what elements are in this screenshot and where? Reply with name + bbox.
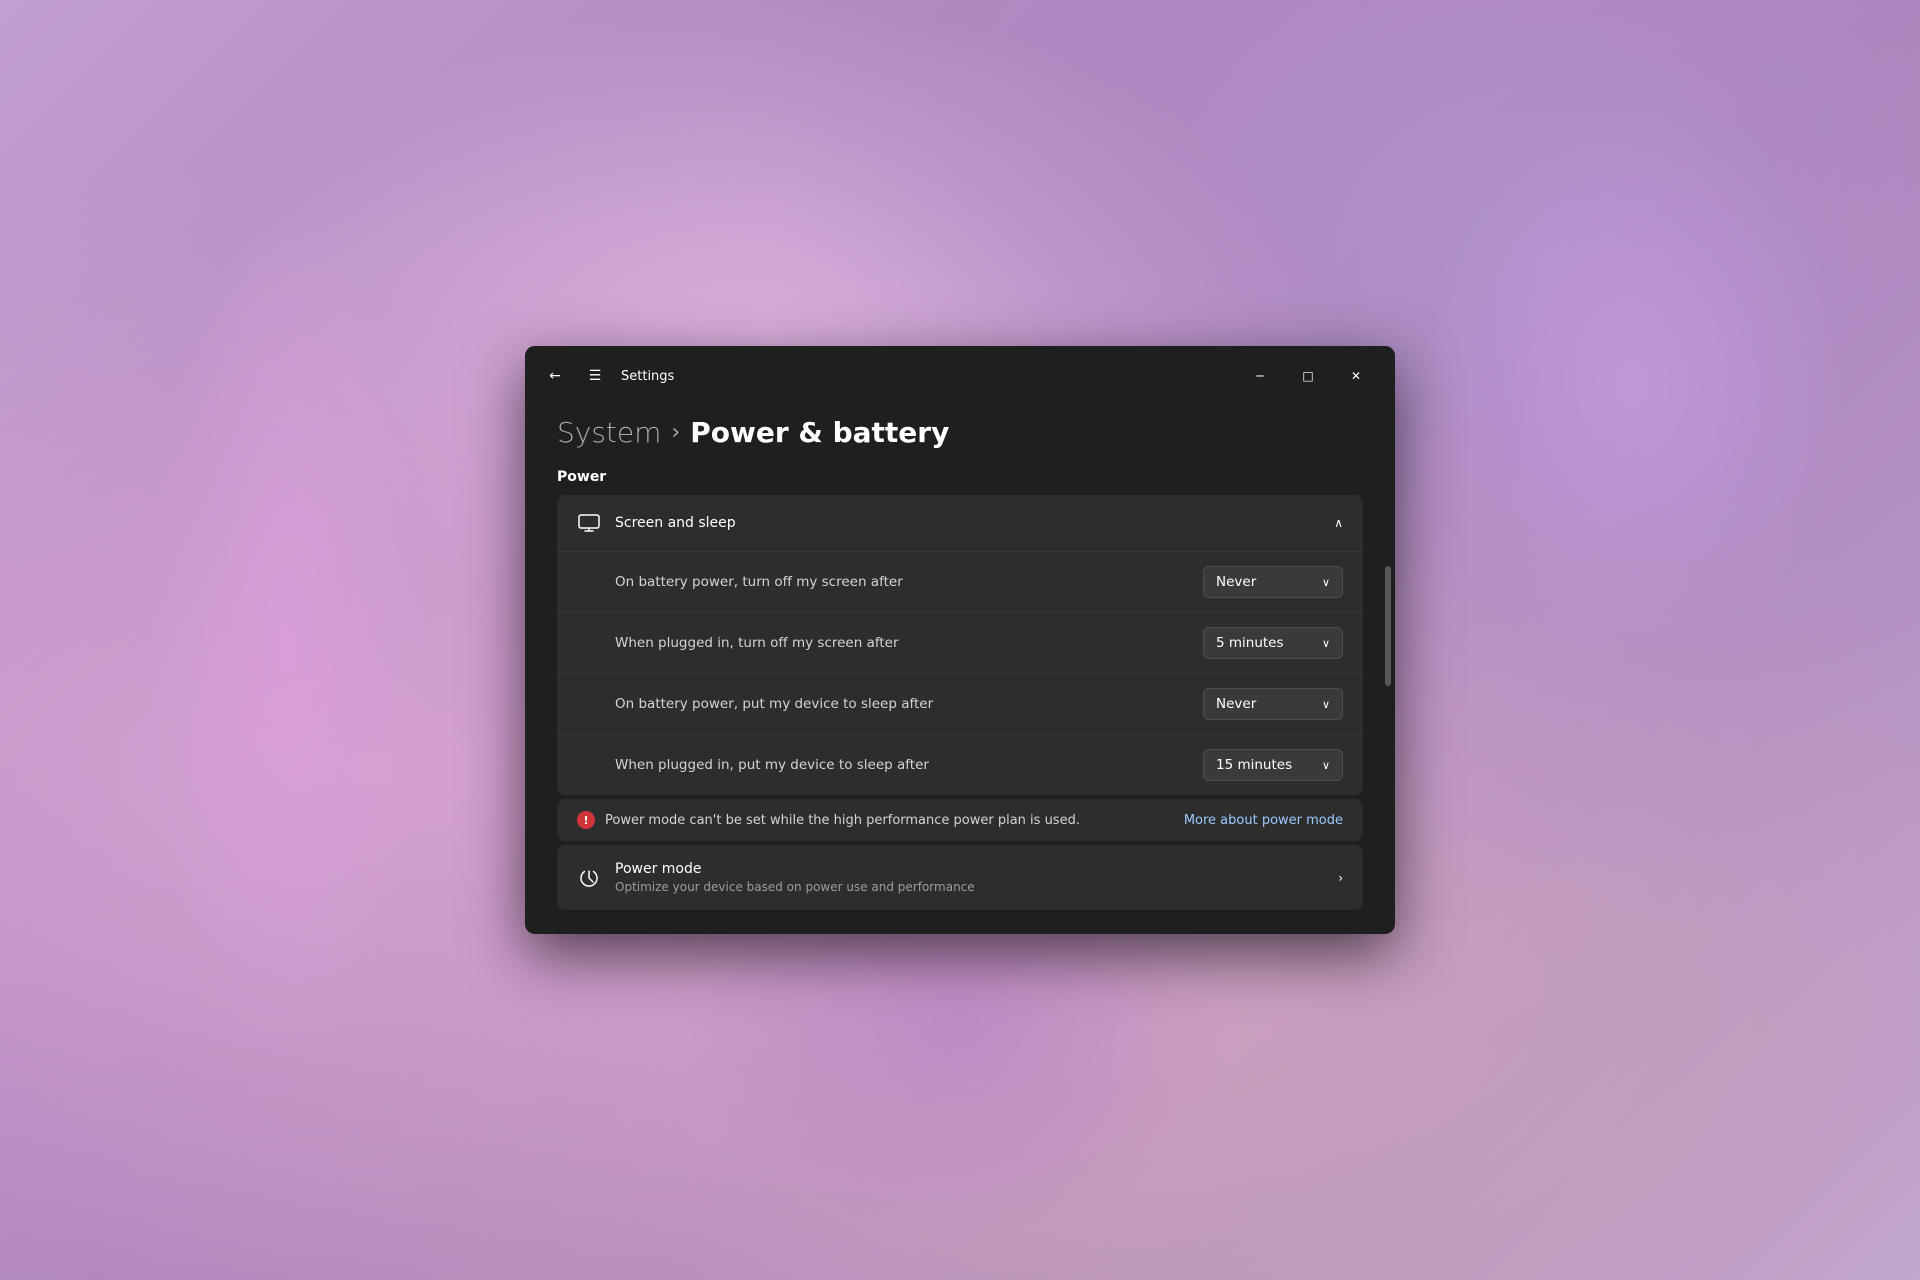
title-bar-left: ← ☰ Settings — [541, 362, 674, 390]
plugged-screen-dropdown-arrow: ∨ — [1322, 637, 1330, 650]
warning-text: Power mode can't be set while the high p… — [605, 813, 1080, 828]
battery-sleep-dropdown-arrow: ∨ — [1322, 698, 1330, 711]
power-mode-text: Power mode Optimize your device based on… — [615, 861, 975, 894]
breadcrumb-chevron: › — [671, 420, 680, 445]
menu-icon: ☰ — [589, 368, 602, 384]
window-title: Settings — [621, 369, 674, 384]
plugged-screen-dropdown[interactable]: 5 minutes ∨ — [1203, 627, 1343, 659]
window-controls: ─ □ ✕ — [1237, 360, 1379, 392]
card-header-left: Screen and sleep — [577, 511, 736, 535]
power-mode-icon — [577, 866, 601, 890]
power-mode-subtitle: Optimize your device based on power use … — [615, 880, 975, 894]
screen-sleep-title: Screen and sleep — [615, 515, 736, 531]
battery-sleep-dropdown[interactable]: Never ∨ — [1203, 688, 1343, 720]
minimize-button[interactable]: ─ — [1237, 360, 1283, 392]
breadcrumb-system[interactable]: System — [557, 416, 661, 449]
maximize-button[interactable]: □ — [1285, 360, 1331, 392]
maximize-icon: □ — [1302, 369, 1313, 383]
battery-screen-label: On battery power, turn off my screen aft… — [615, 574, 903, 590]
close-button[interactable]: ✕ — [1333, 360, 1379, 392]
power-mode-row[interactable]: Power mode Optimize your device based on… — [557, 845, 1363, 910]
settings-window: ← ☰ Settings ─ □ ✕ System › Power & batt… — [525, 346, 1395, 934]
screen-icon — [577, 511, 601, 535]
scrollbar-thumb[interactable] — [1385, 566, 1391, 686]
back-icon: ← — [549, 368, 561, 384]
title-bar: ← ☰ Settings ─ □ ✕ — [525, 346, 1395, 402]
battery-sleep-label: On battery power, put my device to sleep… — [615, 696, 933, 712]
screen-sleep-card: Screen and sleep ∧ On battery power, tur… — [557, 495, 1363, 795]
plugged-sleep-row: When plugged in, put my device to sleep … — [557, 734, 1363, 795]
plugged-sleep-value: 15 minutes — [1216, 757, 1292, 773]
plugged-sleep-label: When plugged in, put my device to sleep … — [615, 757, 929, 773]
warning-icon: ! — [577, 811, 595, 829]
battery-sleep-value: Never — [1216, 696, 1256, 712]
content-area: System › Power & battery Power Screen an… — [525, 402, 1395, 934]
battery-screen-dropdown-arrow: ∨ — [1322, 576, 1330, 589]
power-mode-title: Power mode — [615, 861, 975, 877]
screen-sleep-card-header[interactable]: Screen and sleep ∧ — [557, 495, 1363, 551]
minimize-icon: ─ — [1256, 369, 1263, 383]
plugged-screen-value: 5 minutes — [1216, 635, 1284, 651]
power-mode-left: Power mode Optimize your device based on… — [577, 861, 975, 894]
page-title: Power & battery — [690, 416, 949, 449]
battery-screen-dropdown[interactable]: Never ∨ — [1203, 566, 1343, 598]
menu-button[interactable]: ☰ — [581, 362, 609, 390]
close-icon: ✕ — [1351, 369, 1361, 383]
screen-sleep-chevron: ∧ — [1334, 516, 1343, 530]
plugged-screen-label: When plugged in, turn off my screen afte… — [615, 635, 899, 651]
breadcrumb: System › Power & battery — [557, 412, 1363, 449]
battery-screen-value: Never — [1216, 574, 1256, 590]
power-section-label: Power — [557, 469, 1363, 485]
battery-screen-row: On battery power, turn off my screen aft… — [557, 551, 1363, 612]
battery-sleep-row: On battery power, put my device to sleep… — [557, 673, 1363, 734]
plugged-sleep-dropdown[interactable]: 15 minutes ∨ — [1203, 749, 1343, 781]
power-mode-info-link[interactable]: More about power mode — [1184, 813, 1343, 828]
back-button[interactable]: ← — [541, 362, 569, 390]
warning-bar: ! Power mode can't be set while the high… — [557, 799, 1363, 841]
power-mode-chevron: › — [1338, 871, 1343, 885]
plugged-screen-row: When plugged in, turn off my screen afte… — [557, 612, 1363, 673]
scrollbar-track[interactable] — [1385, 566, 1391, 914]
plugged-sleep-dropdown-arrow: ∨ — [1322, 759, 1330, 772]
warning-bar-left: ! Power mode can't be set while the high… — [577, 811, 1080, 829]
